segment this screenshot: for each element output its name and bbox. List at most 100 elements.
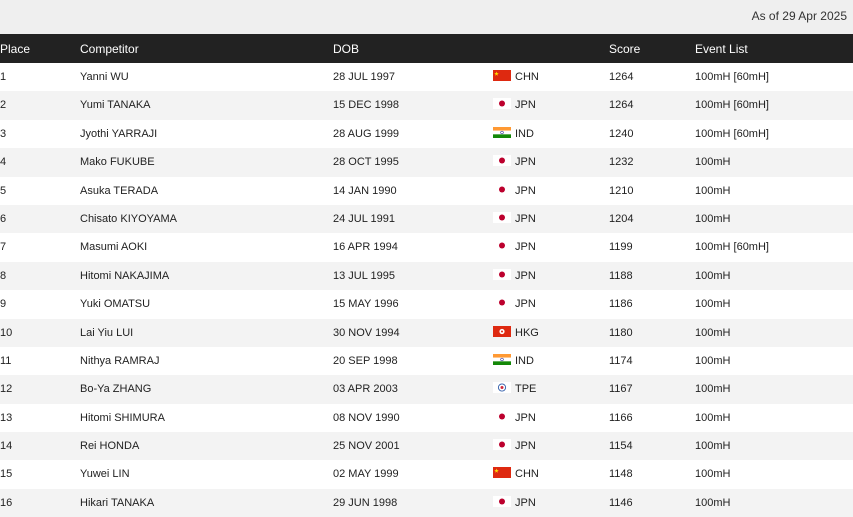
event-list-cell: 100mH (695, 411, 731, 424)
dob-cell: 13 JUL 1995 (333, 269, 395, 282)
competitor-name[interactable]: Hitomi SHIMURA (80, 412, 165, 424)
header-place[interactable]: Place (0, 42, 30, 56)
dob-cell: 28 AUG 1999 (333, 127, 400, 140)
flag-china-icon (493, 70, 511, 81)
header-event-list[interactable]: Event List (695, 42, 748, 56)
competitor-name[interactable]: Chisato KIYOYAMA (80, 213, 177, 225)
competitor-name[interactable]: Mako FUKUBE (80, 156, 155, 168)
score-cell: 1166 (609, 411, 633, 424)
flag-japan-icon (493, 297, 511, 309)
table-row[interactable]: 11 Nithya RAMRAJ 20 SEP 1998 IND 1174 100mH (0, 347, 853, 375)
nationality-code: HKG (515, 326, 539, 339)
nationality-code: JPN (515, 99, 536, 112)
table-row[interactable]: 10 Lai Yiu LUI 30 NOV 1994 HKG 1180 100mH (0, 318, 853, 347)
dob-cell: 30 NOV 1994 (333, 326, 400, 339)
score-cell: 1264 (609, 71, 634, 83)
table-row[interactable]: 7 Masumi AOKI 16 APR 1994 JPN 1199 100mH [60m… (0, 233, 853, 261)
score-cell: 1210 (609, 184, 634, 197)
dob-cell: 15 MAY 1996 (333, 298, 399, 311)
place-cell: 12 (0, 383, 13, 396)
nationality-code: TPE (515, 383, 537, 396)
place-cell: 14 (0, 440, 13, 453)
table-row[interactable]: 13 Hitomi SHIMURA 08 NOV 1990 JPN 1166 100mH (0, 404, 853, 432)
dob-cell: 08 NOV 1990 (333, 411, 400, 424)
table-row[interactable]: 15 Yuwei LIN 02 MAY 1999 CHN 1148 100mH (0, 460, 853, 488)
competitor-name[interactable]: Nithya RAMRAJ (80, 355, 159, 367)
competitor-name[interactable]: Lai Yiu LUI (80, 327, 133, 339)
competitor-name[interactable]: Yuki OMATSU (80, 298, 150, 310)
nationality-code: JPN (515, 241, 536, 254)
table-row[interactable]: 16 Hikari TANAKA 29 JUN 1998 JPN 1146 100mH (0, 488, 853, 517)
competitor-name[interactable]: Yuwei LIN (80, 468, 130, 480)
dob-cell: 24 JUL 1991 (333, 212, 395, 225)
flag-japan-icon (493, 211, 511, 223)
table-row[interactable]: 5 Asuka TERADA 14 JAN 1990 JPN 1210 100mH (0, 177, 853, 205)
competitor-name[interactable]: Yanni WU (80, 71, 129, 83)
dob-cell: 20 SEP 1998 (333, 354, 398, 367)
flag-china-icon (493, 467, 511, 479)
score-cell: 1264 (609, 99, 634, 112)
score-cell: 1174 (609, 354, 633, 367)
dob-cell: 25 NOV 2001 (333, 440, 400, 453)
score-cell: 1186 (609, 298, 633, 311)
flag-japan-icon (493, 183, 511, 195)
event-list-cell: 100mH (695, 383, 731, 396)
place-cell: 2 (0, 99, 7, 112)
nationality-code: JPN (515, 298, 536, 311)
place-cell: 11 (0, 354, 12, 367)
table-row[interactable]: 14 Rei HONDA 25 NOV 2001 JPN 1154 100mH (0, 432, 853, 461)
flag-tpe-icon (493, 382, 511, 394)
place-cell: 1 (0, 71, 7, 83)
flag-japan-icon (493, 439, 511, 451)
place-cell: 4 (0, 156, 7, 169)
ranking-table: 1 Yanni WU 28 JUL 1997 CHN 1264 100mH [60mH] 2… (0, 63, 853, 517)
dob-cell: 28 OCT 1995 (333, 156, 399, 169)
as-of-date: As of 29 Apr 2025 (751, 9, 847, 23)
table-row[interactable]: 6 Chisato KIYOYAMA 24 JUL 1991 JPN 1204 100mH (0, 204, 853, 234)
score-cell: 1148 (609, 468, 633, 481)
event-list-cell: 100mH [60mH] (695, 127, 769, 140)
event-list-cell: 100mH [60mH] (695, 71, 769, 83)
nationality-code: CHN (515, 71, 539, 83)
competitor-name[interactable]: Hikari TANAKA (80, 497, 154, 509)
table-row[interactable]: 8 Hitomi NAKAJIMA 13 JUL 1995 JPN 1188 100mH (0, 261, 853, 291)
competitor-name[interactable]: Bo-Ya ZHANG (80, 383, 151, 395)
nationality-code: JPN (515, 184, 536, 197)
competitor-name[interactable]: Rei HONDA (80, 440, 139, 452)
event-list-cell: 100mH [60mH] (695, 99, 769, 112)
place-cell: 7 (0, 241, 7, 254)
table-row[interactable]: 9 Yuki OMATSU 15 MAY 1996 JPN 1186 100mH (0, 290, 853, 318)
event-list-cell: 100mH (695, 156, 731, 169)
competitor-name[interactable]: Hitomi NAKAJIMA (80, 270, 169, 282)
flag-japan-icon (493, 155, 511, 167)
competitor-name[interactable]: Masumi AOKI (80, 241, 147, 253)
event-list-cell: 100mH (695, 326, 731, 339)
place-cell: 5 (0, 184, 7, 197)
table-row[interactable]: 2 Yumi TANAKA 15 DEC 1998 JPN 1264 100mH [60m… (0, 91, 853, 120)
event-list-cell: 100mH (695, 496, 731, 509)
place-cell: 3 (0, 127, 7, 140)
flag-japan-icon (493, 495, 511, 507)
event-list-cell: 100mH (695, 468, 731, 481)
table-row[interactable]: 1 Yanni WU 28 JUL 1997 CHN 1264 100mH [60mH] (0, 63, 853, 91)
header-competitor[interactable]: Competitor (80, 42, 139, 56)
table-row[interactable]: 4 Mako FUKUBE 28 OCT 1995 JPN 1232 100mH (0, 148, 853, 177)
event-list-cell: 100mH (695, 184, 731, 197)
place-cell: 16 (0, 496, 13, 509)
competitor-name[interactable]: Asuka TERADA (80, 185, 158, 197)
dob-cell: 02 MAY 1999 (333, 468, 399, 481)
place-cell: 10 (0, 326, 13, 339)
competitor-name[interactable]: Yumi TANAKA (80, 99, 151, 111)
nationality-code: JPN (515, 212, 536, 225)
score-cell: 1180 (609, 326, 633, 339)
top-bar: As of 29 Apr 2025 (0, 0, 853, 34)
flag-japan-icon (493, 98, 511, 110)
header-dob[interactable]: DOB (333, 42, 359, 56)
header-score[interactable]: Score (609, 42, 640, 56)
event-list-cell: 100mH (695, 440, 731, 453)
competitor-name[interactable]: Jyothi YARRAJI (80, 128, 157, 140)
table-row[interactable]: 3 Jyothi YARRAJI 28 AUG 1999 IND 1240 100mH [… (0, 120, 853, 148)
flag-hongkong-icon (493, 325, 511, 337)
nationality-code: JPN (515, 440, 536, 453)
table-row[interactable]: 12 Bo-Ya ZHANG 03 APR 2003 TPE 1167 100mH (0, 375, 853, 404)
